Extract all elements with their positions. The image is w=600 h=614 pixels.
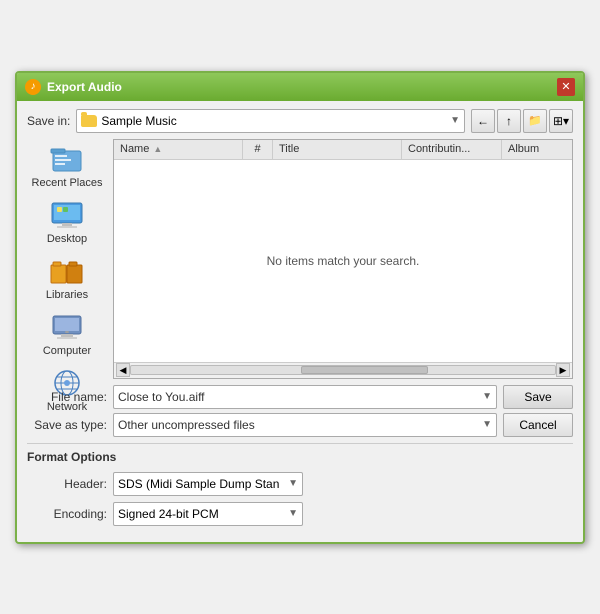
header-label: Header: bbox=[27, 477, 107, 491]
file-name-input[interactable]: Close to You.aiff ▼ bbox=[113, 385, 497, 409]
sidebar-item-libraries[interactable]: Libraries bbox=[27, 251, 107, 305]
format-options-title: Format Options bbox=[27, 450, 573, 464]
save-as-type-row: Save as type: Other uncompressed files ▼… bbox=[27, 413, 573, 437]
column-header-name[interactable]: Name ▲ bbox=[114, 140, 243, 159]
new-folder-icon: 📁 bbox=[528, 114, 542, 127]
save-as-type-input[interactable]: Other uncompressed files ▼ bbox=[113, 413, 497, 437]
header-dropdown-arrow: ▼ bbox=[288, 478, 298, 489]
save-in-row: Save in: Sample Music ▼ ← ↑ 📁 bbox=[27, 109, 573, 133]
column-header-title[interactable]: Title bbox=[273, 140, 402, 159]
back-button[interactable]: ← bbox=[471, 109, 495, 133]
close-button[interactable]: ✕ bbox=[557, 78, 575, 96]
bottom-section: File name: Close to You.aiff ▼ Save Save… bbox=[27, 385, 573, 437]
view-button[interactable]: ⊞▾ bbox=[549, 109, 573, 133]
scrollbar-thumb[interactable] bbox=[301, 366, 428, 374]
cancel-button[interactable]: Cancel bbox=[503, 413, 573, 437]
sidebar-item-computer[interactable]: Computer bbox=[27, 307, 107, 361]
sidebar-item-recent-places-label: Recent Places bbox=[32, 177, 103, 189]
title-bar-left: ♪ Export Audio bbox=[25, 79, 122, 95]
encoding-dropdown-arrow: ▼ bbox=[288, 508, 298, 519]
sidebar-item-recent-places[interactable]: Recent Places bbox=[27, 139, 107, 193]
toolbar-buttons: ← ↑ 📁 ⊞▾ bbox=[471, 109, 573, 133]
save-in-value: Sample Music bbox=[101, 114, 176, 128]
up-button[interactable]: ↑ bbox=[497, 109, 521, 133]
file-name-value: Close to You.aiff bbox=[118, 390, 205, 404]
file-list-header: Name ▲ # Title Contributin... Album bbox=[114, 140, 572, 160]
sidebar-item-libraries-label: Libraries bbox=[46, 289, 88, 301]
format-options-section: Format Options Header: SDS (Midi Sample … bbox=[27, 443, 573, 532]
file-list-body: No items match your search. bbox=[114, 160, 572, 362]
dialog-title: Export Audio bbox=[47, 80, 122, 94]
file-name-row: File name: Close to You.aiff ▼ Save bbox=[27, 385, 573, 409]
empty-message: No items match your search. bbox=[267, 254, 420, 268]
save-in-dropdown-arrow: ▼ bbox=[450, 115, 460, 126]
libraries-icon bbox=[49, 255, 85, 287]
app-icon: ♪ bbox=[25, 79, 41, 95]
header-row: Header: SDS (Midi Sample Dump Stan ▼ bbox=[27, 472, 573, 496]
sidebar: Recent Places Desktop bbox=[27, 139, 107, 379]
file-name-label: File name: bbox=[27, 390, 107, 404]
header-dropdown[interactable]: SDS (Midi Sample Dump Stan ▼ bbox=[113, 472, 303, 496]
main-content: Recent Places Desktop bbox=[27, 139, 573, 379]
encoding-dropdown[interactable]: Signed 24-bit PCM ▼ bbox=[113, 502, 303, 526]
export-audio-dialog: ♪ Export Audio ✕ Save in: Sample Music ▼… bbox=[15, 71, 585, 544]
title-bar: ♪ Export Audio ✕ bbox=[17, 73, 583, 101]
save-in-select[interactable]: Sample Music ▼ bbox=[76, 109, 465, 133]
save-in-select-inner: Sample Music bbox=[81, 114, 176, 128]
dialog-body: Save in: Sample Music ▼ ← ↑ 📁 bbox=[17, 101, 583, 542]
back-icon: ← bbox=[477, 114, 489, 128]
save-as-type-label: Save as type: bbox=[27, 418, 107, 432]
sidebar-item-computer-label: Computer bbox=[43, 345, 91, 357]
column-header-contributing[interactable]: Contributin... bbox=[402, 140, 502, 159]
encoding-value: Signed 24-bit PCM bbox=[118, 507, 219, 521]
view-icon: ⊞▾ bbox=[553, 114, 569, 128]
horizontal-scrollbar[interactable]: ◀ ▶ bbox=[114, 362, 572, 378]
encoding-row: Encoding: Signed 24-bit PCM ▼ bbox=[27, 502, 573, 526]
save-in-label: Save in: bbox=[27, 114, 70, 128]
up-icon: ↑ bbox=[506, 114, 512, 128]
scrollbar-track[interactable] bbox=[130, 365, 556, 375]
computer-icon bbox=[49, 311, 85, 343]
column-header-album[interactable]: Album bbox=[502, 140, 572, 159]
name-sort-arrow: ▲ bbox=[153, 144, 162, 154]
sidebar-item-desktop[interactable]: Desktop bbox=[27, 195, 107, 249]
scroll-right-button[interactable]: ▶ bbox=[556, 363, 570, 377]
file-name-dropdown-arrow: ▼ bbox=[482, 391, 492, 402]
desktop-icon bbox=[49, 199, 85, 231]
scroll-left-button[interactable]: ◀ bbox=[116, 363, 130, 377]
column-header-number[interactable]: # bbox=[243, 140, 273, 159]
sidebar-item-desktop-label: Desktop bbox=[47, 233, 87, 245]
file-list-container: Name ▲ # Title Contributin... Album bbox=[113, 139, 573, 379]
new-folder-button[interactable]: 📁 bbox=[523, 109, 547, 133]
encoding-label: Encoding: bbox=[27, 507, 107, 521]
save-as-type-dropdown-arrow: ▼ bbox=[482, 419, 492, 430]
save-button[interactable]: Save bbox=[503, 385, 573, 409]
save-as-type-value: Other uncompressed files bbox=[118, 418, 255, 432]
folder-icon bbox=[81, 115, 97, 127]
header-value: SDS (Midi Sample Dump Stan bbox=[118, 477, 279, 491]
recent-places-icon bbox=[49, 143, 85, 175]
